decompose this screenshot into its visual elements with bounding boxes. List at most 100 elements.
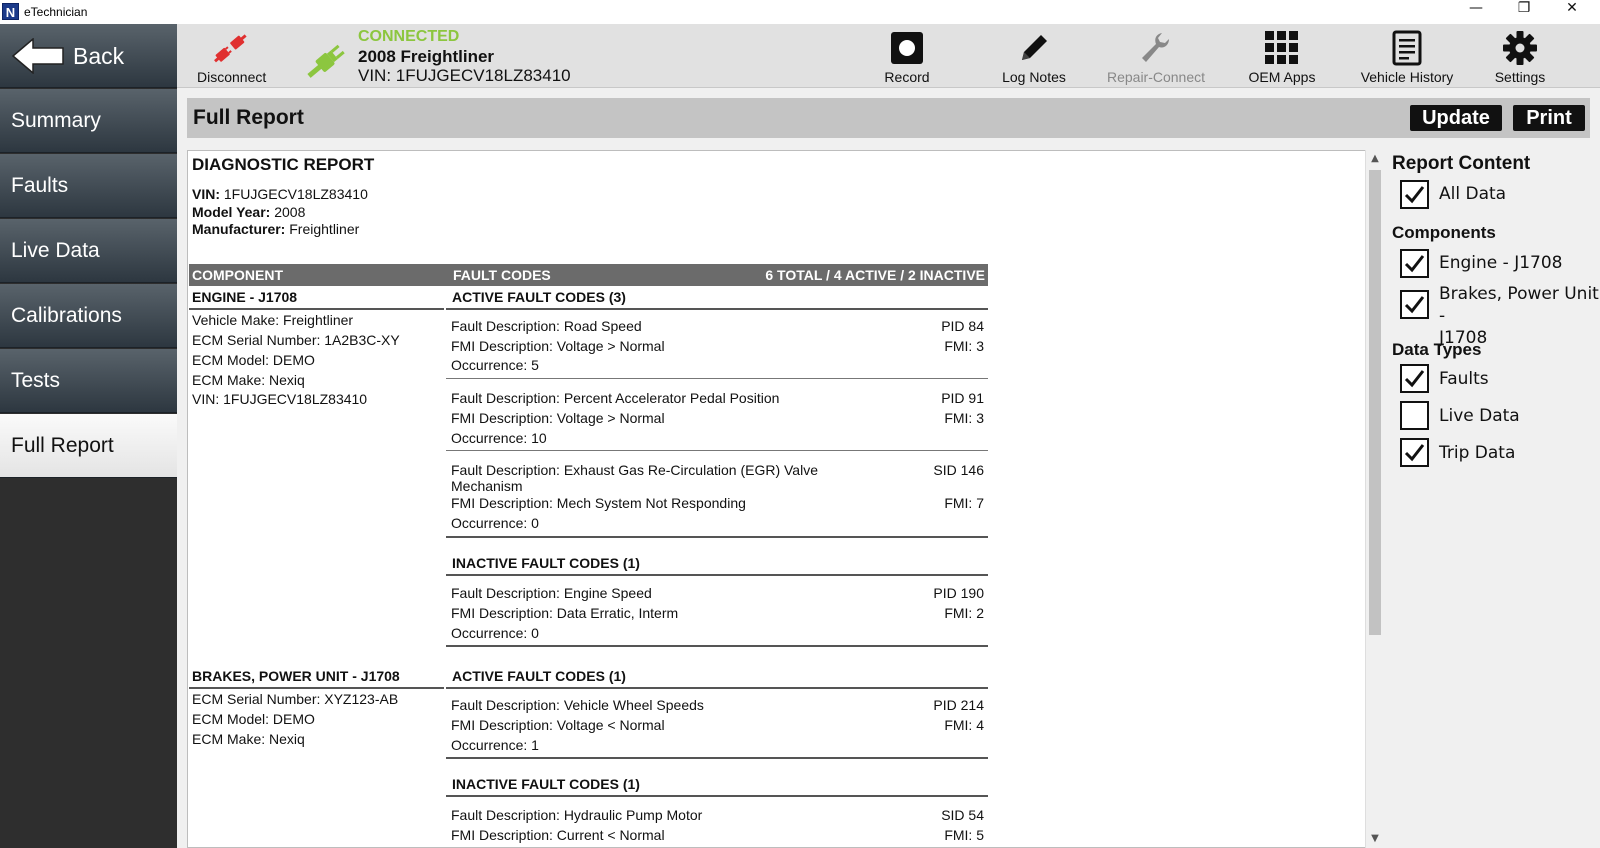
nav-item-faults[interactable]: Faults — [0, 154, 177, 218]
engine-detail: ECM Make: Nexiq — [192, 372, 305, 388]
divider — [446, 574, 988, 576]
brakes-detail: ECM Make: Nexiq — [192, 731, 305, 747]
oem-apps-label: OEM Apps — [1248, 69, 1316, 85]
data-types-title: Data Types — [1392, 340, 1482, 359]
checkmark-icon — [1404, 444, 1425, 462]
engine-detail: ECM Serial Number: 1A2B3C-XY — [192, 332, 400, 348]
record-button[interactable]: Record — [872, 24, 942, 88]
fault-description-cont: Mechanism — [451, 478, 523, 494]
restore-button[interactable]: ❐ — [1500, 0, 1548, 24]
doc-manufacturer: Manufacturer: Freightliner — [192, 221, 359, 237]
fmi-code: FMI: 3 — [944, 338, 984, 354]
update-button[interactable]: Update — [1410, 105, 1502, 131]
doc-model-year: Model Year: 2008 — [192, 204, 305, 220]
settings-button[interactable]: Settings — [1487, 24, 1553, 88]
fault-code: SID 54 — [941, 807, 984, 823]
divider — [189, 687, 444, 689]
fault-totals: 6 TOTAL / 4 ACTIVE / 2 INACTIVE — [765, 267, 985, 283]
fault-description: Fault Description: Vehicle Wheel Speeds — [451, 697, 704, 713]
trip-data-checkbox[interactable] — [1400, 438, 1429, 467]
divider — [446, 795, 988, 797]
doc-vin-value: 1FUJGECV18LZ83410 — [223, 186, 368, 202]
occurrence: Occurrence: 1 — [451, 737, 539, 753]
divider — [446, 450, 988, 451]
engine-active-header: ACTIVE FAULT CODES (3) — [452, 289, 626, 305]
fault-table-header: COMPONENT FAULT CODES 6 TOTAL / 4 ACTIVE… — [189, 264, 988, 286]
brakes-checkbox[interactable] — [1400, 290, 1429, 319]
back-arrow-icon — [12, 38, 64, 74]
brakes-active-header: ACTIVE FAULT CODES (1) — [452, 668, 626, 684]
vehicle-history-button[interactable]: Vehicle History — [1357, 24, 1457, 88]
doc-model-year-label: Model Year: — [192, 204, 271, 220]
log-notes-button[interactable]: Log Notes — [992, 24, 1076, 88]
log-notes-label: Log Notes — [1002, 69, 1066, 85]
repair-connect-button[interactable]: Repair-Connect — [1105, 24, 1207, 88]
checkmark-icon — [1404, 186, 1425, 204]
gear-icon — [1503, 31, 1537, 65]
fault-code: PID 84 — [941, 318, 984, 334]
title-bar: N eTechnician — ❐ ✕ — [0, 0, 1600, 24]
engine-checkbox[interactable] — [1400, 249, 1429, 278]
doc-vin-label: VIN: — [192, 186, 220, 202]
repair-connect-label: Repair-Connect — [1106, 69, 1206, 85]
vehicle-vin: VIN: 1FUJGECV18LZ83410 — [358, 66, 571, 85]
fault-code: PID 190 — [933, 585, 984, 601]
fmi-description: FMI Description: Voltage > Normal — [451, 410, 665, 426]
unplug-icon — [214, 34, 247, 63]
nav-item-live-data[interactable]: Live Data — [0, 219, 177, 283]
divider — [446, 536, 988, 538]
occurrence: Occurrence: 10 — [451, 430, 547, 446]
connection-status: CONNECTED — [358, 28, 460, 45]
fmi-description: FMI Description: Voltage < Normal — [451, 717, 665, 733]
report-document: DIAGNOSTIC REPORT VIN: 1FUJGECV18LZ83410… — [187, 150, 1383, 848]
fault-description: Fault Description: Percent Accelerator P… — [451, 390, 780, 406]
record-icon — [891, 32, 923, 64]
doc-manufacturer-label: Manufacturer: — [192, 221, 286, 237]
fmi-code: FMI: 4 — [944, 717, 984, 733]
checkmark-icon — [1404, 370, 1425, 388]
report-header: Full Report Update Print — [187, 98, 1590, 138]
nav-item-full-report[interactable]: Full Report — [0, 414, 177, 478]
component-name-engine: ENGINE - J1708 — [192, 289, 298, 305]
nav-item-summary[interactable]: Summary — [0, 89, 177, 153]
divider — [189, 308, 444, 310]
doc-vin: VIN: 1FUJGECV18LZ83410 — [192, 186, 368, 202]
record-label: Record — [884, 69, 930, 85]
nav-item-calibrations[interactable]: Calibrations — [0, 284, 177, 348]
plug-connected-icon — [307, 44, 345, 78]
engine-detail: Vehicle Make: Freightliner — [192, 312, 354, 328]
live-data-checkbox[interactable] — [1400, 401, 1429, 430]
grid-apps-icon — [1265, 31, 1298, 64]
occurrence: Occurrence: 0 — [451, 515, 539, 531]
fault-description: Fault Description: Engine Speed — [451, 585, 652, 601]
divider — [446, 378, 988, 379]
divider — [446, 757, 988, 759]
minimize-button[interactable]: — — [1452, 0, 1500, 24]
back-button[interactable]: Back — [0, 24, 177, 88]
vehicle-name: 2008 Freightliner — [358, 47, 495, 66]
trip-data-label: Trip Data — [1439, 443, 1516, 463]
scroll-down-icon[interactable]: ▼ — [1366, 830, 1384, 848]
divider — [446, 645, 988, 647]
app-logo: N — [2, 3, 19, 20]
col-fault-codes: FAULT CODES — [453, 267, 551, 283]
faults-checkbox[interactable] — [1400, 364, 1429, 393]
scroll-up-icon[interactable]: ▲ — [1366, 150, 1384, 168]
disconnect-button[interactable]: Disconnect — [197, 24, 266, 88]
fmi-description: FMI Description: Current < Normal — [451, 827, 665, 843]
all-data-checkbox[interactable] — [1400, 180, 1429, 209]
sidebar: Back Summary Faults Live Data Calibratio… — [0, 24, 177, 848]
window-title: eTechnician — [24, 5, 88, 19]
report-scrollbar[interactable]: ▲ ▼ — [1365, 150, 1383, 848]
scroll-thumb[interactable] — [1369, 170, 1381, 635]
page-title: Full Report — [193, 106, 304, 129]
occurrence: Occurrence: 5 — [451, 357, 539, 373]
brakes-inactive-header: INACTIVE FAULT CODES (1) — [452, 776, 640, 792]
live-data-label: Live Data — [1439, 406, 1520, 426]
nav-item-tests[interactable]: Tests — [0, 349, 177, 413]
print-button[interactable]: Print — [1513, 105, 1585, 131]
doc-model-year-value: 2008 — [274, 204, 306, 220]
close-button[interactable]: ✕ — [1548, 0, 1596, 24]
fmi-code: FMI: 5 — [944, 827, 984, 843]
oem-apps-button[interactable]: OEM Apps — [1242, 24, 1322, 88]
